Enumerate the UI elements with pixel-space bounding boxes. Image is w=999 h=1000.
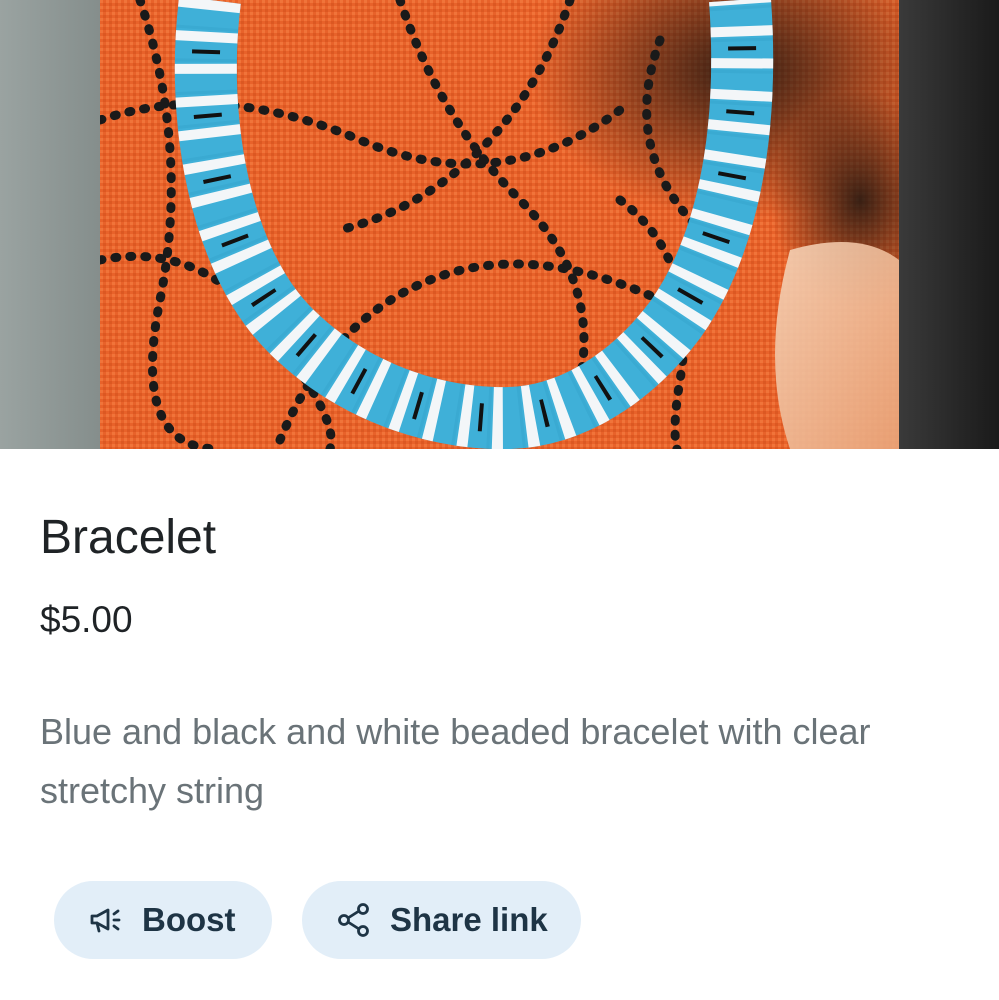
product-description: Blue and black and white beaded bracelet… [40,711,871,811]
listing-detail-page: Bracelet $5.00 Blue and black and white … [0,0,999,1000]
product-photo [100,0,899,449]
share-icon [334,900,374,940]
next-image-peek[interactable] [899,0,999,449]
megaphone-icon [86,900,126,940]
share-link-label: Share link [390,901,548,938]
product-title: Bracelet [40,511,217,564]
product-price: $5.00 [40,599,133,640]
previous-image-peek[interactable] [0,0,100,449]
product-image-carousel[interactable] [0,0,999,449]
share-link-button[interactable]: Share link [302,881,581,959]
boost-button[interactable]: Boost [54,881,272,959]
boost-label: Boost [142,901,236,938]
